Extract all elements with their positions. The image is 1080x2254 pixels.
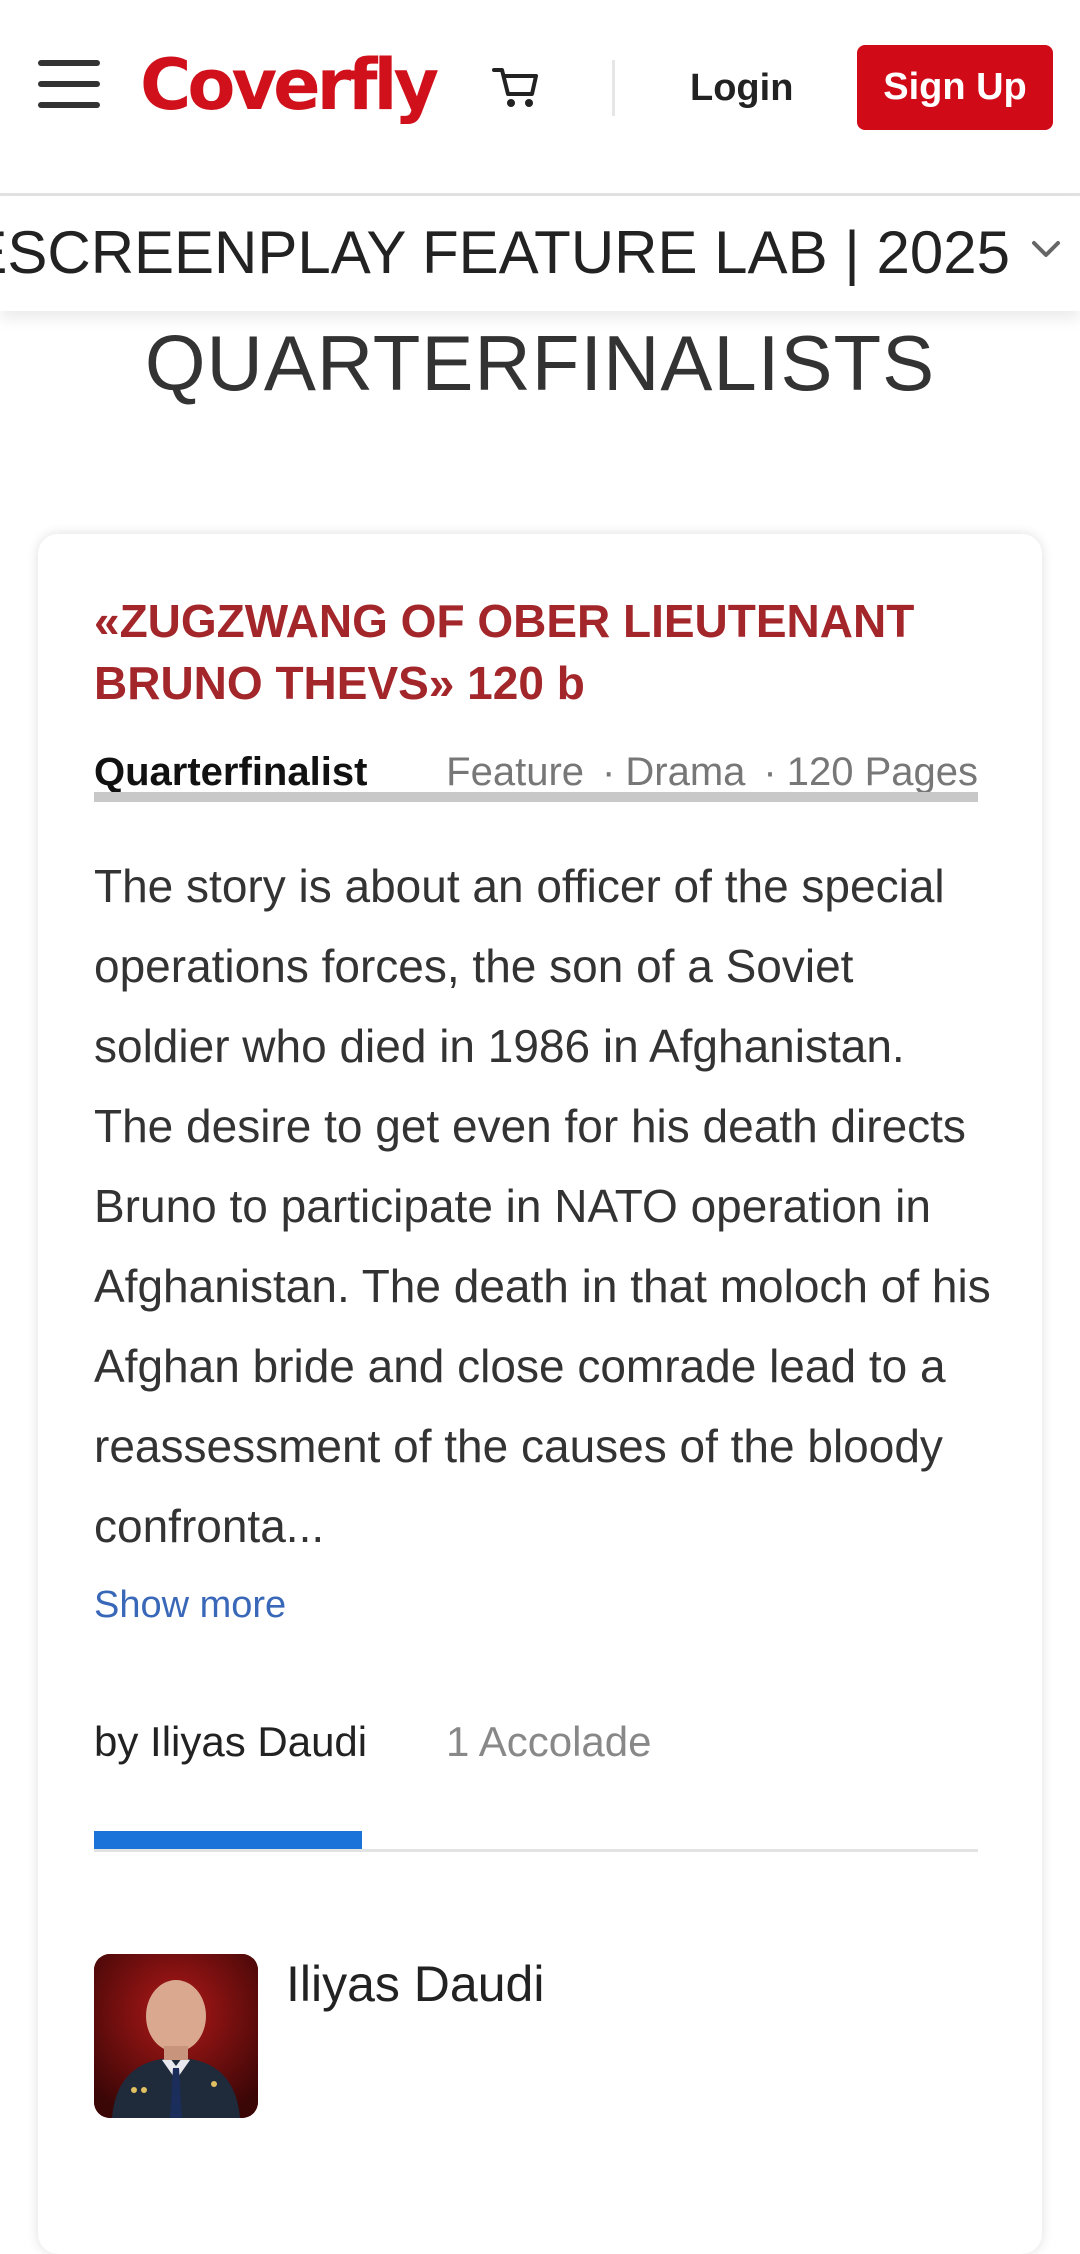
project-title[interactable]: «ZUGZWANG OF OBER LIEUTENANT BRUNO THEVS…	[94, 590, 994, 714]
tab-row: by Iliyas Daudi 1 Accolade	[94, 1712, 978, 1772]
menu-icon[interactable]	[38, 58, 100, 110]
project-synopsis: The story is about an officer of the spe…	[94, 860, 991, 1552]
meta-underline	[94, 792, 978, 802]
chevron-down-icon	[1032, 241, 1060, 257]
top-navbar: Coverfly Login Sign Up	[0, 0, 1080, 196]
project-genre: Drama	[625, 750, 746, 794]
tab-author[interactable]: by Iliyas Daudi	[94, 1712, 367, 1772]
cart-icon[interactable]	[490, 60, 542, 112]
show-more-link[interactable]: Show more	[94, 1580, 286, 1630]
project-card: «ZUGZWANG OF OBER LIEUTENANT BRUNO THEVS…	[38, 534, 1042, 2254]
tab-track	[94, 1849, 978, 1852]
project-format: Feature	[446, 750, 585, 794]
signup-button[interactable]: Sign Up	[857, 45, 1053, 130]
page-title: QUARTERFINALISTS	[144, 319, 936, 407]
coverfly-logo[interactable]: Coverfly	[140, 40, 439, 130]
competition-selector[interactable]: WESCREENPLAY FEATURE LAB | 2025	[0, 196, 1080, 311]
competition-name: WESCREENPLAY FEATURE LAB | 2025	[0, 219, 1010, 286]
project-pages: 120 Pages	[786, 750, 978, 794]
nav-divider	[612, 60, 615, 116]
avatar	[94, 1954, 258, 2118]
login-link[interactable]: Login	[690, 60, 793, 116]
avatar-image	[94, 1954, 258, 2118]
writer-name[interactable]: Iliyas Daudi	[286, 1954, 544, 2014]
active-tab-indicator	[94, 1831, 362, 1849]
tab-accolades[interactable]: 1 Accolade	[446, 1712, 652, 1772]
